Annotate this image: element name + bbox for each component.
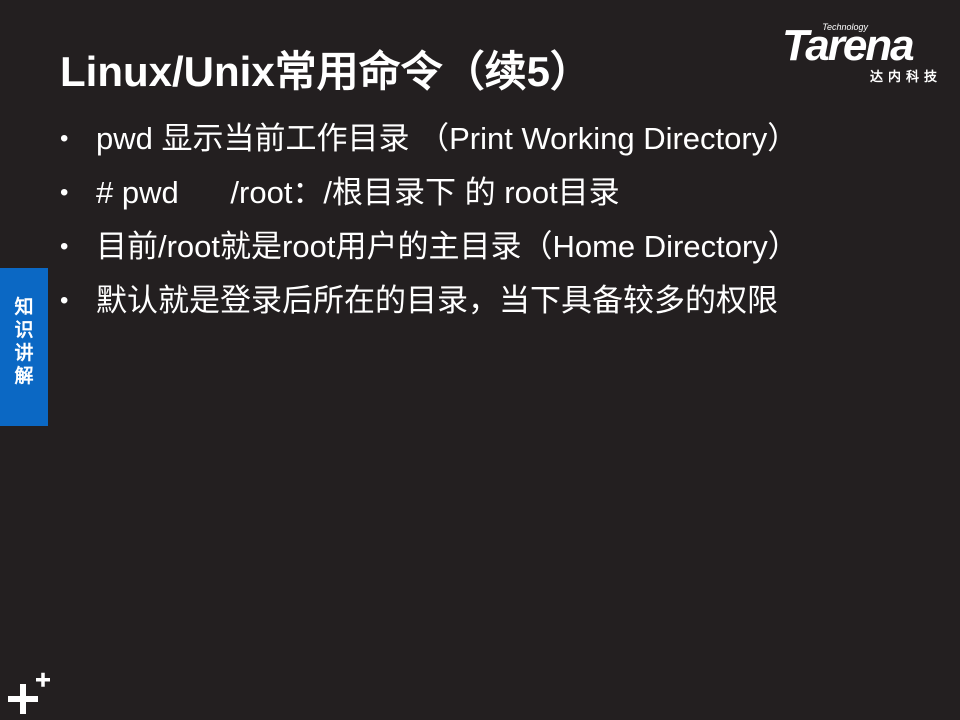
slide-title: Linux/Unix常用命令（续5） [60,48,593,95]
bullet-text: # pwd /root：/根目录下 的 root目录 [96,175,620,210]
bullet-text: pwd 显示当前工作目录 （Print Working Directory） [96,121,799,156]
bullet-marker: • [60,125,69,152]
plus-mark-icon [8,672,50,714]
logo-chinese-name: 达内科技 [869,70,942,85]
knowledge-tab-label: 知识讲解 [14,296,34,387]
logo-wordmark: Tarena [782,21,915,70]
bullet-marker: • [60,287,69,314]
knowledge-tab: 知识讲解 [0,268,48,426]
bullet-marker: • [60,179,69,206]
bullet-marker: • [60,233,69,260]
bullet-text: 默认就是登录后所在的目录，当下具备较多的权限 [96,283,778,318]
bullet-text: 目前/root就是root用户的主目录（Home Directory） [96,229,799,264]
tarena-logo: Technology Tarena 达内科技 [782,21,942,85]
